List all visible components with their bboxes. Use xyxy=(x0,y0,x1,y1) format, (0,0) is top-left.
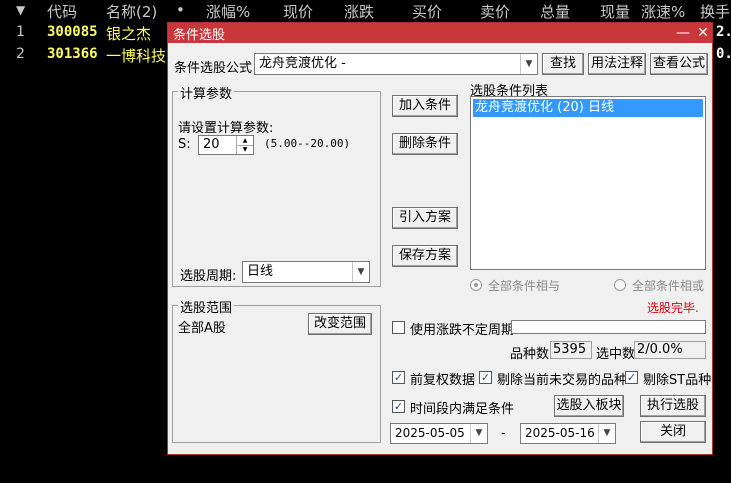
row-code: 301366 xyxy=(47,46,98,62)
view-formula-button[interactable]: 查看公式 xyxy=(650,53,708,75)
exclude-st-checkbox[interactable]: ✓ xyxy=(625,371,638,384)
row-name: 银之杰 xyxy=(106,25,152,43)
prior-adj-checkbox[interactable]: ✓ xyxy=(392,371,405,384)
delete-condition-button[interactable]: 删除条件 xyxy=(392,133,458,155)
time-range-label: 时间段内满足条件 xyxy=(410,402,515,417)
list-item[interactable]: 龙舟竞渡优化 (20) 日线 xyxy=(473,99,703,117)
uncertain-period-checkbox[interactable] xyxy=(392,321,405,334)
col-dot: • xyxy=(176,1,185,19)
add-condition-button[interactable]: 加入条件 xyxy=(392,95,458,117)
params-group-label: 计算参数 xyxy=(178,83,235,102)
stock-screener-dialog: 条件选股 — ✕ 条件选股公式 龙舟竞渡优化 - ▼ 查找 用法注释 查看公式 … xyxy=(167,22,713,455)
change-scope-button[interactable]: 改变范围 xyxy=(308,313,372,335)
date-from-value: 2025-05-05 xyxy=(395,426,465,440)
selected-label: 选中数 xyxy=(596,347,636,362)
minimize-icon[interactable]: — xyxy=(674,23,692,43)
row-turnover: 2.0 xyxy=(716,24,731,40)
row-name: 一博科技 xyxy=(106,47,167,65)
exclude-untraded-checkbox[interactable]: ✓ xyxy=(479,371,492,384)
period-label: 选股周期: xyxy=(180,269,237,284)
s-value: 20 xyxy=(203,137,220,152)
uncertain-period-label: 使用涨跌不定周期 xyxy=(410,323,515,338)
radio-and[interactable] xyxy=(470,279,482,291)
row-code: 300085 xyxy=(47,24,98,40)
col-volume[interactable]: 总量 xyxy=(540,1,570,22)
exclude-st-label: 剔除ST品种 xyxy=(643,373,712,388)
date-separator: - xyxy=(501,426,506,441)
radio-or-label: 全部条件相或 xyxy=(632,279,705,293)
chevron-down-icon[interactable]: ▼ xyxy=(598,424,615,443)
col-cur-vol[interactable]: 现量 xyxy=(600,1,630,22)
dialog-title: 条件选股 xyxy=(173,28,226,43)
col-code[interactable]: 代码 xyxy=(47,1,77,22)
date-to-picker[interactable]: 2025-05-16 ▼ xyxy=(520,423,616,444)
s-label: S: xyxy=(178,137,191,152)
prior-adj-label: 前复权数据 xyxy=(410,373,476,388)
close-button[interactable]: 关闭 xyxy=(640,421,706,443)
col-turnover[interactable]: 换手 xyxy=(700,1,730,22)
period-value: 日线 xyxy=(247,264,274,279)
time-range-checkbox[interactable]: ✓ xyxy=(392,400,405,413)
save-scheme-button[interactable]: 保存方案 xyxy=(392,245,458,267)
s-range: (5.00--20.00) xyxy=(264,137,351,150)
chevron-down-icon[interactable]: ▼ xyxy=(470,424,487,443)
date-to-value: 2025-05-16 xyxy=(525,426,595,440)
col-price[interactable]: 现价 xyxy=(283,1,313,22)
count-label: 品种数 xyxy=(510,347,550,362)
formula-select[interactable]: 龙舟竞渡优化 - ▼ xyxy=(254,53,538,75)
formula-value: 龙舟竞渡优化 - xyxy=(259,56,346,71)
quote-table-header: ▼ 代码 名称(2) • 涨幅% 现价 涨跌 买价 卖价 总量 现量 涨速% 换… xyxy=(0,0,731,22)
col-name[interactable]: 名称(2) xyxy=(106,1,157,22)
exclude-untraded-label: 剔除当前未交易的品种 xyxy=(497,373,628,388)
count-value: 5395 xyxy=(550,341,592,359)
row-turnover: 0.9 xyxy=(716,46,731,62)
col-bid[interactable]: 买价 xyxy=(412,1,442,22)
s-spinner[interactable]: 20 ▲ ▼ xyxy=(198,135,254,155)
execute-button[interactable]: 执行选股 xyxy=(640,395,706,417)
status-text: 选股完毕. xyxy=(647,301,699,315)
radio-or[interactable] xyxy=(614,279,626,291)
params-prompt: 请设置计算参数: xyxy=(178,121,274,136)
formula-label: 条件选股公式 xyxy=(174,61,253,76)
chevron-down-icon[interactable]: ▼ xyxy=(520,54,537,74)
usage-notes-button[interactable]: 用法注释 xyxy=(588,53,646,75)
radio-and-label: 全部条件相与 xyxy=(488,279,561,293)
progress-bar xyxy=(511,320,706,334)
scope-value: 全部A股 xyxy=(178,321,226,336)
row-index: 2 xyxy=(16,46,25,62)
spin-down-icon[interactable]: ▼ xyxy=(236,145,253,154)
condition-list[interactable]: 龙舟竞渡优化 (20) 日线 xyxy=(470,96,706,270)
dialog-title-bar[interactable]: 条件选股 — ✕ xyxy=(168,23,712,43)
to-block-button[interactable]: 选股入板块 xyxy=(554,395,624,417)
close-icon[interactable]: ✕ xyxy=(694,23,712,43)
date-from-picker[interactable]: 2025-05-05 ▼ xyxy=(390,423,488,444)
col-change-pct[interactable]: 涨幅% xyxy=(206,1,250,22)
col-change[interactable]: 涨跌 xyxy=(344,1,374,22)
scope-group-label: 选股范围 xyxy=(178,297,235,316)
find-button[interactable]: 查找 xyxy=(542,53,584,75)
col-speed[interactable]: 涨速% xyxy=(641,1,685,22)
import-scheme-button[interactable]: 引入方案 xyxy=(392,207,458,229)
row-index: 1 xyxy=(16,24,25,40)
col-ask[interactable]: 卖价 xyxy=(480,1,510,22)
sort-arrow-icon[interactable]: ▼ xyxy=(16,3,25,17)
chevron-down-icon[interactable]: ▼ xyxy=(352,262,369,282)
selected-value: 2/0.0% xyxy=(634,341,706,359)
period-select[interactable]: 日线 ▼ xyxy=(242,261,370,283)
